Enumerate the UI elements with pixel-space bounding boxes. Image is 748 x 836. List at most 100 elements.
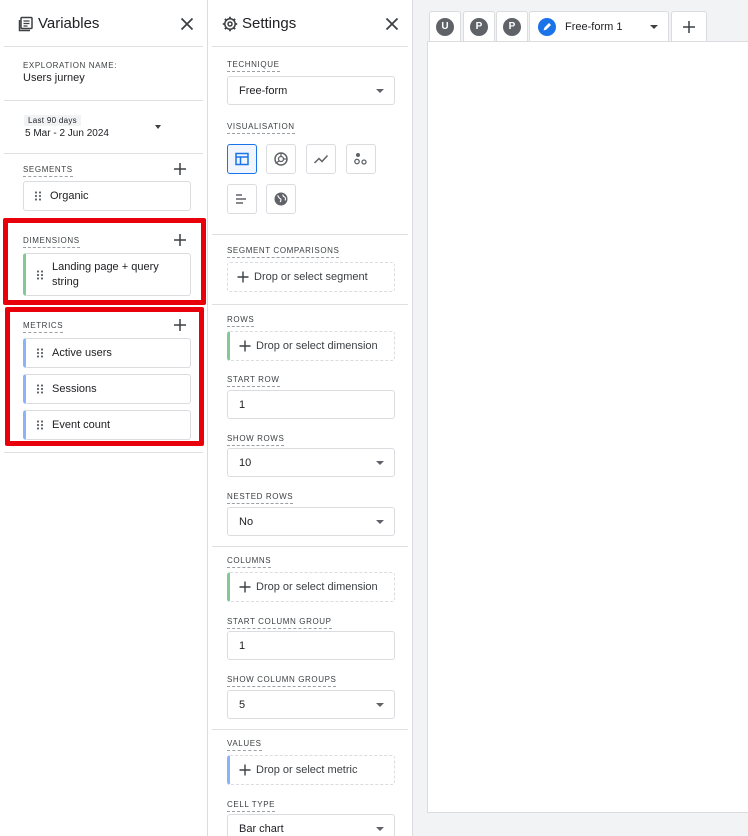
date-range-value: 5 Mar - 2 Jun 2024 [25, 128, 109, 139]
variables-panel: Variables EXPLORATION NAME: Users jurney… [0, 0, 208, 836]
divider [212, 304, 408, 305]
rows-drop-text: Drop or select dimension [256, 340, 378, 352]
close-variables-icon[interactable] [177, 14, 197, 34]
start-row-input[interactable]: 1 [227, 390, 395, 419]
add-tab-button[interactable] [671, 11, 707, 41]
divider [4, 46, 203, 47]
values-drop-text: Drop or select metric [256, 764, 358, 776]
settings-header: Settings [208, 0, 412, 48]
line-chart-icon [313, 154, 329, 164]
viz-donut-button[interactable] [266, 144, 296, 174]
add-dimension-icon[interactable] [173, 233, 187, 247]
nested-rows-value: No [239, 515, 254, 528]
viz-line-button[interactable] [306, 144, 336, 174]
metrics-label: METRICS [23, 321, 64, 333]
tab-label: Free-form 1 [565, 21, 623, 33]
scatter-plot-icon [354, 153, 367, 165]
drag-handle-icon [36, 269, 44, 280]
close-settings-icon[interactable] [382, 14, 402, 34]
viz-scatter-button[interactable] [346, 144, 376, 174]
start-row-value: 1 [239, 398, 246, 411]
dimension-chip[interactable]: Landing page + query string [23, 253, 191, 296]
chevron-down-icon[interactable] [650, 25, 658, 29]
tab-user-p-1[interactable]: P [463, 11, 495, 41]
settings-title: Settings [242, 15, 297, 32]
drag-handle-icon [34, 191, 42, 201]
dropdown-caret-icon [376, 89, 384, 93]
cell-type-label: CELL TYPE [227, 800, 276, 812]
dropdown-caret-icon [376, 461, 384, 465]
technique-value: Free-form [239, 84, 288, 97]
metric-chip[interactable]: Active users [23, 338, 191, 368]
drag-handle-icon [36, 384, 44, 394]
segment-label: Organic [50, 190, 89, 202]
variables-title: Variables [38, 15, 100, 32]
cell-type-value: Bar chart [239, 822, 284, 835]
dropdown-caret-icon [376, 520, 384, 524]
tab-free-form-1[interactable]: Free-form 1 [529, 11, 669, 42]
viz-geo-button[interactable] [266, 184, 296, 214]
variables-icon [18, 16, 33, 32]
tab-user-u[interactable]: U [429, 11, 461, 41]
drag-handle-icon [36, 348, 44, 358]
divider [4, 153, 203, 154]
plus-icon [239, 764, 251, 776]
show-column-groups-value: 5 [239, 698, 246, 711]
segment-drop-zone[interactable]: Drop or select segment [227, 262, 395, 292]
viz-table-button[interactable] [227, 144, 257, 174]
avatar: P [470, 17, 488, 36]
metric-label: Active users [52, 347, 112, 359]
pencil-icon [538, 18, 556, 36]
segment-comparisons-label: SEGMENT COMPARISONS [227, 246, 340, 258]
chevron-down-icon [155, 125, 161, 129]
plus-icon [683, 20, 695, 33]
nested-rows-select[interactable]: No [227, 507, 395, 536]
avatar: U [436, 17, 454, 36]
show-rows-label: SHOW ROWS [227, 434, 285, 446]
show-column-groups-select[interactable]: 5 [227, 690, 395, 719]
values-drop-zone[interactable]: Drop or select metric [227, 755, 395, 785]
start-column-group-value: 1 [239, 639, 246, 652]
exploration-canvas[interactable] [427, 41, 748, 813]
start-row-label: START ROW [227, 375, 280, 387]
viz-bar-button[interactable] [227, 184, 257, 214]
divider [212, 546, 408, 547]
show-rows-select[interactable]: 10 [227, 448, 395, 477]
bar-chart-icon [236, 194, 246, 204]
drag-handle-icon [36, 420, 44, 430]
add-metric-icon[interactable] [173, 318, 187, 332]
start-column-group-label: START COLUMN GROUP [227, 617, 332, 629]
rows-drop-zone[interactable]: Drop or select dimension [227, 331, 395, 361]
settings-panel: Settings TECHNIQUE Free-form VISUALISATI… [208, 0, 413, 836]
start-column-group-input[interactable]: 1 [227, 631, 395, 660]
tab-bar: U P P Free-form 1 [413, 0, 748, 42]
dimension-label: Landing page + query string [52, 260, 159, 288]
values-label: VALUES [227, 739, 262, 751]
tab-user-p-2[interactable]: P [496, 11, 528, 41]
metric-label: Sessions [52, 383, 97, 395]
dropdown-caret-icon [376, 703, 384, 707]
metric-chip[interactable]: Sessions [23, 374, 191, 404]
table-icon [235, 152, 249, 166]
donut-chart-icon [274, 152, 288, 166]
columns-label: COLUMNS [227, 556, 272, 568]
dropdown-caret-icon [376, 827, 384, 831]
metric-chip[interactable]: Event count [23, 410, 191, 440]
cell-type-select[interactable]: Bar chart [227, 814, 395, 836]
plus-icon [237, 271, 249, 283]
geo-map-icon [274, 192, 288, 206]
divider [212, 234, 408, 235]
show-column-groups-label: SHOW COLUMN GROUPS [227, 675, 337, 687]
date-range-selector[interactable]: Last 90 days 5 Mar - 2 Jun 2024 [23, 112, 169, 144]
technique-select[interactable]: Free-form [227, 76, 395, 105]
add-segment-icon[interactable] [173, 162, 187, 176]
columns-drop-zone[interactable]: Drop or select dimension [227, 572, 395, 602]
exploration-name-input[interactable]: Users jurney [23, 72, 85, 84]
date-range-label: Last 90 days [24, 115, 81, 126]
divider [212, 729, 408, 730]
show-rows-value: 10 [239, 456, 252, 469]
divider [4, 452, 203, 453]
segment-drop-text: Drop or select segment [254, 271, 368, 283]
rows-label: ROWS [227, 315, 255, 327]
segment-chip[interactable]: Organic [23, 181, 191, 211]
